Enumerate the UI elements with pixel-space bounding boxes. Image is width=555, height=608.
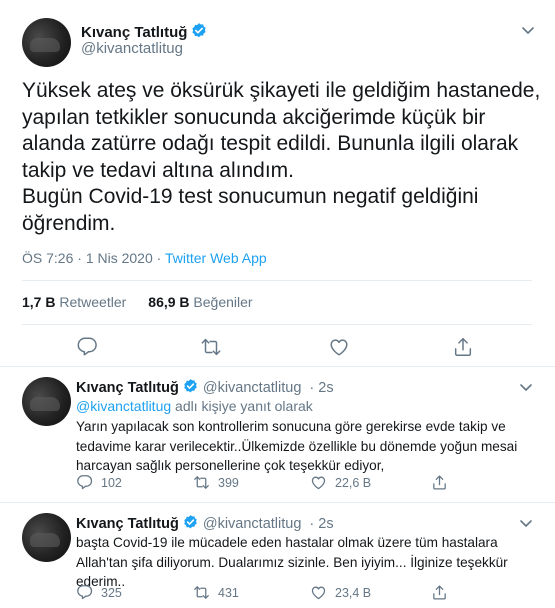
tweet-stats: 1,7 B Retweetler 86,9 B Beğeniler <box>22 294 253 310</box>
reply-text: Yarın yapılacak son kontrollerim sonucun… <box>76 417 536 476</box>
verified-badge-icon <box>182 378 199 399</box>
tweet-source[interactable]: Twitter Web App <box>165 250 267 266</box>
verified-badge-icon <box>182 514 199 535</box>
share-button[interactable] <box>431 474 448 491</box>
avatar[interactable] <box>22 513 71 562</box>
likes-count: 86,9 B <box>148 294 190 310</box>
divider <box>22 280 532 281</box>
reply-text-line: tedavime karar verilecektir..Ülkemizde ö… <box>76 438 518 454</box>
reply-count: 102 <box>101 475 122 490</box>
share-icon <box>433 475 446 490</box>
reply-text-line: Allah'tan şifa diliyorum. Dualarımız siz… <box>76 554 508 570</box>
reply-text-line: Yarın yapılacak son kontrollerim sonucun… <box>76 419 506 434</box>
retweet-count: 399 <box>218 475 239 490</box>
share-icon[interactable] <box>452 336 474 358</box>
reply-to-mention[interactable]: @kivanctatlitug <box>76 398 171 414</box>
like-button[interactable]: 22,6 B <box>310 474 371 491</box>
like-count: 22,6 B <box>335 475 372 490</box>
retweet-button[interactable]: 399 <box>193 474 239 491</box>
tweet-time[interactable]: ÖS 7:26 <box>22 250 73 266</box>
tweet-date[interactable]: 1 Nis 2020 <box>86 250 153 266</box>
retweet-icon[interactable] <box>200 336 222 358</box>
retweets-count: 1,7 B <box>22 294 56 310</box>
heart-icon <box>311 476 326 490</box>
retweet-icon <box>194 586 209 599</box>
retweets-stat[interactable]: 1,7 B Retweetler <box>22 294 126 310</box>
reply-header: Kıvanç Tatlıtuğ @kivanctatlitug · 2s <box>76 378 334 399</box>
like-button[interactable]: 23,4 B <box>310 584 371 601</box>
author-handle[interactable]: @kivanctatlitug <box>203 516 302 532</box>
tweet-text: Yüksek ateş ve öksürük şikayeti ile geld… <box>22 79 541 235</box>
share-button[interactable] <box>431 584 448 601</box>
reply-count: 325 <box>101 585 122 600</box>
author-handle[interactable]: @kivanctatlitug <box>81 40 183 57</box>
reply-to-suffix: adlı kişiye yanıt olarak <box>175 398 313 414</box>
likes-label: Beğeniler <box>193 294 253 310</box>
reply-actions: 325 431 23,4 B <box>76 584 476 602</box>
verified-badge-icon <box>190 22 208 45</box>
heart-icon <box>311 586 326 600</box>
share-icon <box>433 585 446 600</box>
reply-icon <box>77 475 93 490</box>
like-count: 23,4 B <box>335 585 372 600</box>
reply-header: Kıvanç Tatlıtuğ @kivanctatlitug · 2s <box>76 514 334 535</box>
reply-tweet[interactable]: Kıvanç Tatlıtuğ @kivanctatlitug · 2s @kiv… <box>0 367 555 503</box>
reply-button[interactable]: 102 <box>76 474 122 491</box>
reply-text-line: başta Covid-19 ile mücadele eden hastala… <box>76 535 498 550</box>
reply-text-line: harcayan sağlık personellerine çok teşek… <box>76 458 385 473</box>
reply-to-line: @kivanctatlitug adlı kişiye yanıt olarak <box>76 398 313 414</box>
tweet-age[interactable]: 2s <box>318 380 333 396</box>
retweet-count: 431 <box>218 585 239 600</box>
author-name[interactable]: Kıvanç Tatlıtuğ <box>76 380 179 396</box>
retweet-button[interactable]: 431 <box>193 584 239 601</box>
main-tweet: Kıvanç Tatlıtuğ @kivanctatlitug Yüksek a… <box>0 0 555 367</box>
reply-tweet[interactable]: Kıvanç Tatlıtuğ @kivanctatlitug · 2s başt… <box>0 503 555 608</box>
likes-stat[interactable]: 86,9 B Beğeniler <box>148 294 252 310</box>
author-handle[interactable]: @kivanctatlitug <box>203 380 302 396</box>
author-name[interactable]: Kıvanç Tatlıtuğ <box>81 24 187 41</box>
tweet-actions <box>0 336 555 360</box>
tweet-metadata: ÖS 7:26 · 1 Nis 2020 · Twitter Web App <box>22 250 267 266</box>
chevron-down-icon[interactable] <box>520 22 536 38</box>
reply-text: başta Covid-19 ile mücadele eden hastala… <box>76 533 536 592</box>
reply-icon[interactable] <box>76 336 98 358</box>
chevron-down-icon[interactable] <box>518 379 534 395</box>
author-name[interactable]: Kıvanç Tatlıtuğ <box>76 516 179 532</box>
retweet-icon <box>194 476 209 489</box>
retweets-label: Retweetler <box>59 294 127 310</box>
reply-button[interactable]: 325 <box>76 584 122 601</box>
divider <box>22 324 532 325</box>
avatar[interactable] <box>22 18 71 67</box>
chevron-down-icon[interactable] <box>518 515 534 531</box>
heart-icon[interactable] <box>328 336 350 358</box>
reply-actions: 102 399 22,6 B <box>76 474 476 492</box>
avatar[interactable] <box>22 377 71 426</box>
reply-icon <box>77 585 93 600</box>
tweet-age[interactable]: 2s <box>318 516 333 532</box>
